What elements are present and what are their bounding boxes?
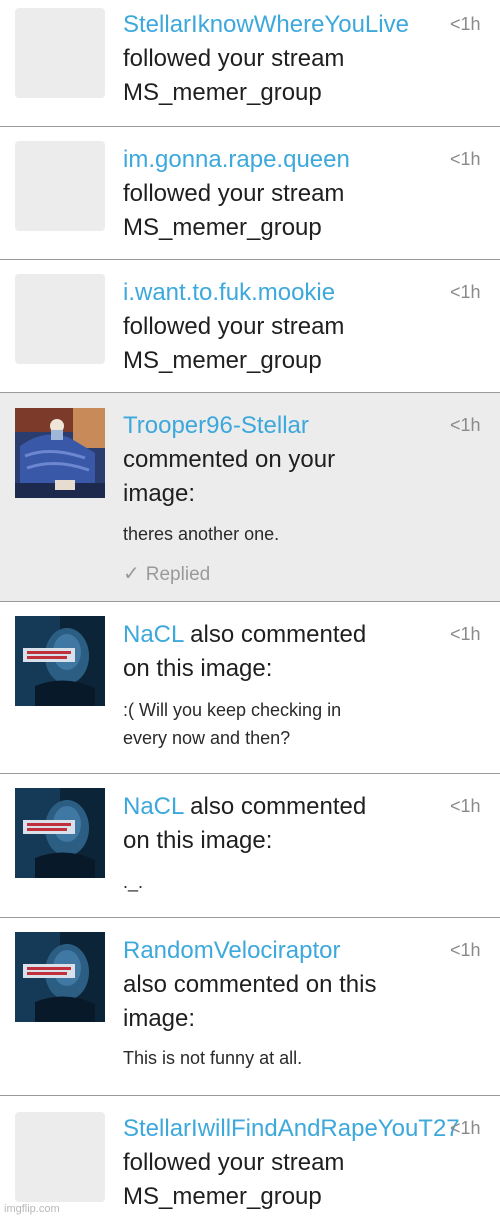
comment-text: This is not funny at all. [123, 1048, 303, 1068]
username-link[interactable]: i.want.to.fuk.mookie [123, 279, 335, 306]
timestamp: <1h [450, 282, 481, 302]
dark-portrait-meme-image [15, 932, 105, 1022]
stream-name: MS_memer_group [123, 1183, 322, 1210]
action-text: followed your stream [123, 313, 345, 340]
notification-item[interactable]: Trooper96-Stellar commented on your imag… [0, 393, 500, 602]
notification-text: i.want.to.fuk.mookie followed your strea… [123, 276, 448, 378]
username-link[interactable]: Trooper96-Stellar [123, 412, 309, 439]
username-link[interactable]: RandomVelociraptor [123, 937, 340, 964]
timestamp: <1h [450, 149, 481, 169]
notification-text: Trooper96-Stellar commented on your imag… [123, 409, 448, 511]
avatar[interactable] [15, 932, 105, 1022]
replied-status: ✓ Replied [123, 561, 210, 586]
comment-line: :( Will you keep checking in [123, 700, 342, 720]
notification-text: NaCL also commented on this image: [123, 618, 448, 686]
notification-item[interactable]: RandomVelociraptor also commented on thi… [0, 918, 500, 1096]
bedroom-cartoon-image [15, 408, 105, 498]
stream-name: MS_memer_group [123, 79, 322, 106]
notification-item[interactable]: i.want.to.fuk.mookie followed your strea… [0, 260, 500, 393]
username-link[interactable]: StellarIknowWhereYouLive [123, 11, 409, 38]
notification-item[interactable]: NaCL also commented on this image: <1h .… [0, 774, 500, 918]
action-text: image: [123, 480, 196, 507]
notification-item[interactable]: StellarIwillFindAndRapeYouT27 followed y… [0, 1096, 500, 1220]
avatar[interactable] [15, 616, 105, 706]
action-text: image: [123, 1005, 196, 1032]
timestamp: <1h [450, 796, 481, 816]
avatar[interactable] [15, 788, 105, 878]
action-text: on this image: [123, 655, 273, 682]
stream-name: MS_memer_group [123, 347, 322, 374]
notification-text: im.gonna.rape.queen followed your stream… [123, 143, 448, 245]
action-text: also commented [183, 793, 367, 820]
action-text: followed your stream [123, 45, 345, 72]
notification-text: StellarIknowWhereYouLive followed your s… [123, 8, 448, 110]
username-link[interactable]: NaCL [123, 793, 183, 820]
avatar[interactable] [15, 1112, 105, 1202]
timestamp: <1h [450, 14, 481, 34]
dark-portrait-meme-image [15, 616, 105, 706]
notification-text: NaCL also commented on this image: [123, 790, 448, 858]
action-text: also commented [183, 621, 367, 648]
avatar[interactable] [15, 274, 105, 364]
avatar[interactable] [15, 408, 105, 498]
notification-text: RandomVelociraptor also commented on thi… [123, 934, 448, 1036]
replied-label: Replied [145, 564, 211, 585]
notification-item[interactable]: StellarIknowWhereYouLive followed your s… [0, 0, 500, 127]
username-link[interactable]: NaCL [123, 621, 183, 648]
notification-text: StellarIwillFindAndRapeYouT27 followed y… [123, 1112, 500, 1214]
timestamp: <1h [450, 940, 481, 960]
username-link[interactable]: im.gonna.rape.queen [123, 146, 350, 173]
action-text: followed your stream [123, 180, 345, 207]
action-text: on this image: [123, 827, 273, 854]
comment-line: every now and then? [123, 728, 291, 748]
timestamp: <1h [450, 624, 481, 644]
action-text: also commented on this [123, 971, 377, 998]
comment-text: ._. [123, 872, 144, 892]
action-text: commented on your [123, 446, 336, 473]
dark-portrait-meme-image [15, 788, 105, 878]
stream-name: MS_memer_group [123, 214, 322, 241]
watermark: imgflip.com [4, 1203, 60, 1215]
notification-item[interactable]: im.gonna.rape.queen followed your stream… [0, 127, 500, 260]
comment-text: theres another one. [123, 524, 280, 544]
avatar[interactable] [15, 141, 105, 231]
timestamp: <1h [450, 1118, 481, 1138]
notification-feed: StellarIknowWhereYouLive followed your s… [0, 0, 500, 1220]
action-text: followed your stream [123, 1149, 345, 1176]
username-link[interactable]: StellarIwillFindAndRapeYouT27 [123, 1115, 460, 1142]
comment-text: :( Will you keep checking in every now a… [123, 696, 453, 752]
checkmark-icon: ✓ [123, 563, 140, 585]
avatar[interactable] [15, 8, 105, 98]
notification-item[interactable]: NaCL also commented on this image: <1h :… [0, 602, 500, 774]
timestamp: <1h [450, 415, 481, 435]
